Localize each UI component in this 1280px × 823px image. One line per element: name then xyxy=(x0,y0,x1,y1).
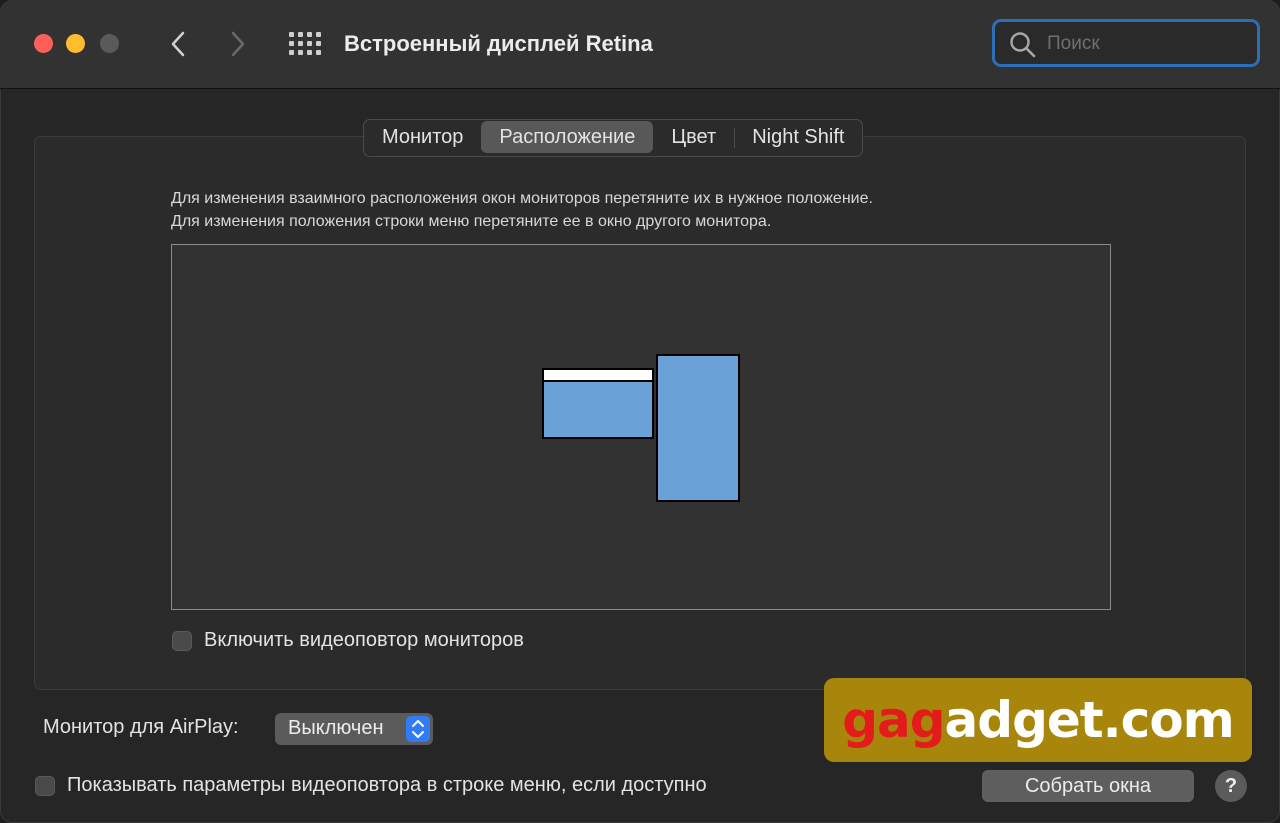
back-button[interactable] xyxy=(164,28,192,60)
chevron-right-icon xyxy=(231,31,245,57)
menubar-instruction: Для изменения положения строки меню пере… xyxy=(171,213,772,230)
watermark-part1: ga xyxy=(842,691,911,749)
watermark-part3: adget.com xyxy=(944,691,1235,749)
display-arrangement-area xyxy=(171,244,1111,610)
airplay-popup[interactable]: Выключен xyxy=(275,713,433,745)
close-button[interactable] xyxy=(34,34,53,53)
popup-stepper-icon xyxy=(406,716,430,742)
tab-arrangement[interactable]: Расположение xyxy=(481,121,654,153)
minimize-button[interactable] xyxy=(66,34,85,53)
show-all-grid-icon[interactable] xyxy=(289,32,321,56)
gather-windows-button[interactable]: Собрать окна xyxy=(982,770,1194,802)
airplay-label: Монитор для AirPlay: xyxy=(43,716,239,738)
tab-color[interactable]: Цвет xyxy=(653,120,734,156)
watermark-part2: g xyxy=(909,691,946,749)
tab-monitor[interactable]: Монитор xyxy=(364,120,481,156)
titlebar: Встроенный дисплей Retina xyxy=(0,0,1280,89)
display-secondary[interactable] xyxy=(656,354,740,502)
mirror-displays-label: Включить видеоповтор мониторов xyxy=(204,629,524,651)
help-button[interactable]: ? xyxy=(1215,770,1247,802)
tab-bar: Монитор Расположение Цвет Night Shift xyxy=(363,119,864,157)
display-main-retina[interactable] xyxy=(542,368,654,439)
gagadget-watermark: gagadget.com xyxy=(824,678,1252,762)
mirror-displays-checkbox[interactable] xyxy=(172,631,192,651)
window-title: Встроенный дисплей Retina xyxy=(344,31,653,56)
search-field[interactable] xyxy=(992,19,1260,67)
system-preferences-window: Встроенный дисплей Retina Монитор Распол… xyxy=(0,0,1280,823)
chevron-left-icon xyxy=(171,31,185,57)
show-mirroring-checkbox[interactable] xyxy=(35,776,55,796)
arrangement-instruction: Для изменения взаимного расположения око… xyxy=(171,190,873,207)
zoom-button[interactable] xyxy=(100,34,119,53)
menu-bar-indicator[interactable] xyxy=(544,370,652,382)
tab-night-shift[interactable]: Night Shift xyxy=(734,120,862,156)
airplay-value: Выключен xyxy=(288,717,384,739)
show-mirroring-label: Показывать параметры видеоповтора в стро… xyxy=(67,774,707,796)
search-input[interactable] xyxy=(1045,30,1249,58)
forward-button[interactable] xyxy=(224,28,252,60)
search-icon xyxy=(1010,32,1036,58)
